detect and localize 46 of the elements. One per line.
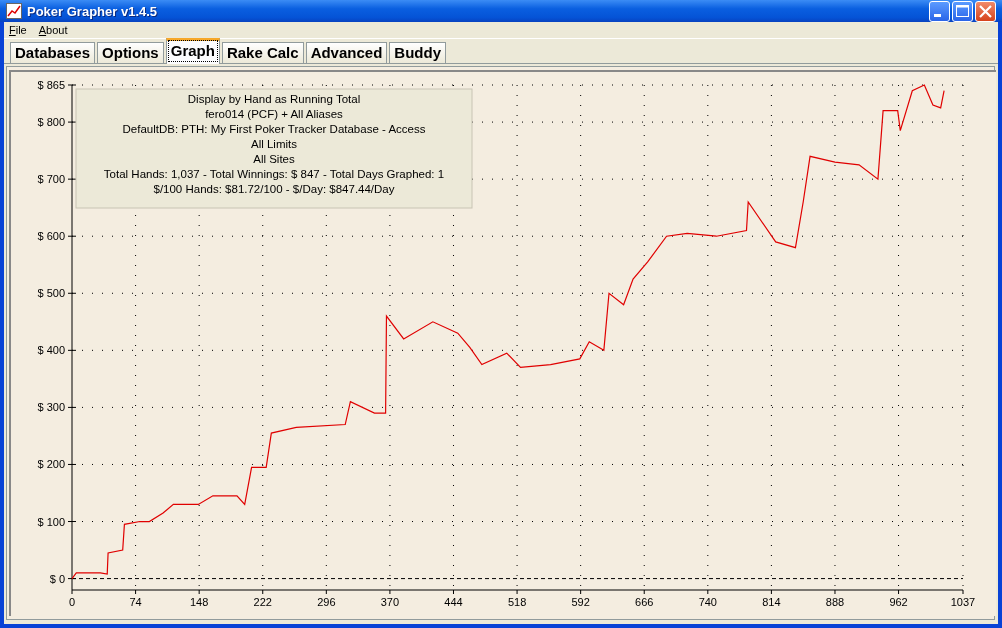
tab[interactable]: Options [97, 42, 164, 63]
y-tick-label: $ 600 [37, 230, 65, 243]
info-text: DefaultDB: PTH: My First Poker Tracker Database - Access [122, 123, 426, 135]
y-tick-label: $ 0 [49, 572, 65, 585]
x-tick-label: 444 [444, 596, 463, 608]
x-tick-label: 888 [825, 596, 845, 608]
menu-item[interactable]: File [9, 24, 27, 37]
x-tick-label: 296 [317, 596, 336, 608]
x-tick-label: 666 [635, 596, 654, 608]
tab[interactable]: Databases [10, 42, 96, 63]
x-tick-label: 518 [507, 596, 527, 608]
info-text: fero014 (PCF) + All Aliases [205, 108, 343, 120]
y-tick-label: $ 300 [37, 401, 65, 414]
tab[interactable]: Rake Calc [221, 42, 304, 63]
x-tick-label: 814 [762, 596, 781, 608]
y-tick-label: $ 865 [37, 79, 65, 91]
y-tick-label: $ 800 [37, 116, 65, 129]
x-tick-label: 740 [698, 596, 717, 608]
x-tick-label: 962 [889, 596, 908, 608]
window-title: Poker Grapher v1.4.5 [27, 3, 159, 19]
tab[interactable]: Advanced [305, 42, 388, 63]
menu-item[interactable]: About [38, 24, 68, 37]
y-tick-label: $ 200 [37, 458, 65, 471]
y-tick-label: $ 700 [37, 173, 65, 186]
x-tick-label: 1037 [950, 596, 976, 608]
maximize-button[interactable] [952, 0, 973, 22]
y-tick-label: $ 100 [37, 515, 65, 528]
x-tick-label: 74 [129, 596, 142, 608]
x-tick-label: 0 [68, 596, 76, 608]
minimize-button[interactable] [929, 0, 950, 22]
x-tick-label: 222 [253, 596, 272, 608]
info-text: Display by Hand as Running Total [187, 93, 361, 105]
info-text: All Limits [251, 138, 297, 150]
info-text: $/100 Hands: $81.72/100 - $/Day: $847.44/Day [153, 183, 395, 195]
x-tick-label: 148 [190, 596, 209, 608]
chart-icon [6, 3, 22, 20]
x-tick-label: 592 [571, 596, 590, 608]
info-text: Total Hands: 1,037 - Total Winnings: $ 847 - Total Days Graphed: 1 [103, 168, 445, 180]
info-text: All Sites [253, 153, 295, 165]
close-button[interactable] [975, 0, 996, 22]
y-tick-label: $ 400 [37, 344, 65, 357]
tab[interactable]: Buddy [389, 42, 446, 63]
minimize-icon [933, 13, 941, 17]
tab[interactable]: Graph [165, 38, 220, 64]
x-tick-label: 370 [380, 596, 400, 608]
y-tick-label: $ 500 [37, 287, 65, 300]
